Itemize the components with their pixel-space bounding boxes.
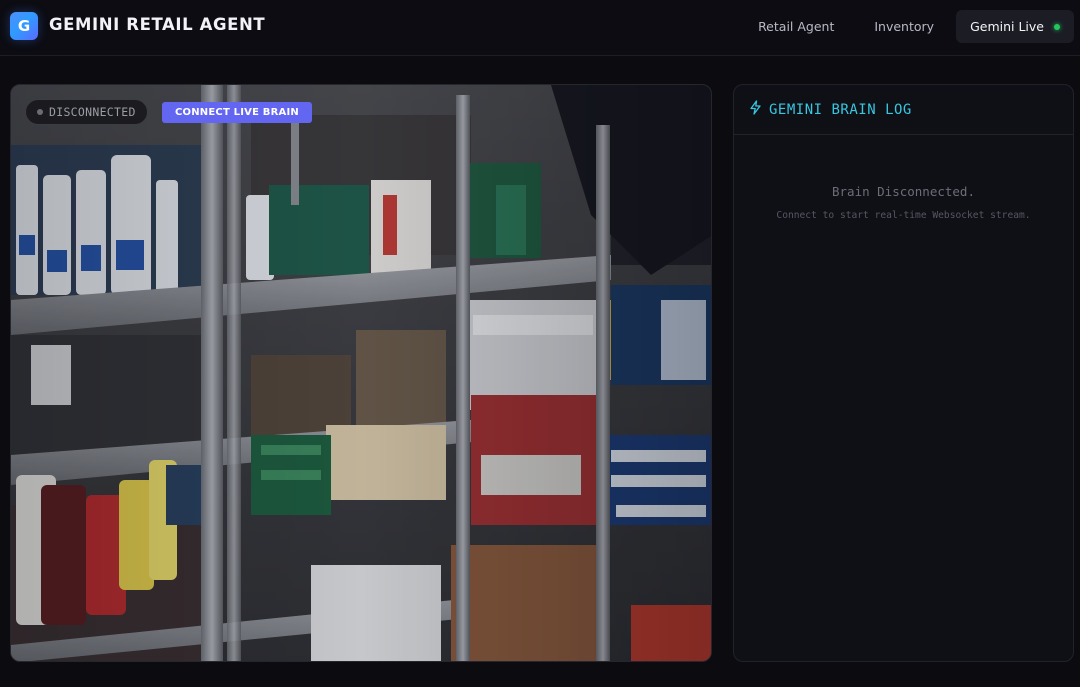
connection-status-badge: DISCONNECTED [25, 99, 148, 125]
nav-inventory[interactable]: Inventory [854, 10, 954, 43]
brain-log-title: GEMINI BRAIN LOG [769, 101, 912, 118]
top-nav-bar: G GEMINI RETAIL AGENT Retail Agent Inven… [0, 0, 1080, 56]
bottom-strip [0, 676, 1080, 687]
empty-state-title: Brain Disconnected. [832, 184, 975, 199]
app-logo: G [10, 12, 38, 40]
camera-frame-image [11, 85, 711, 661]
nav-retail-agent[interactable]: Retail Agent [738, 10, 854, 43]
nav-gemini-live-label: Gemini Live [970, 19, 1044, 34]
live-status-dot [1054, 23, 1060, 30]
empty-state-subtitle: Connect to start real-time Websocket str… [776, 210, 1031, 221]
main-nav: Retail Agent Inventory Gemini Live [738, 10, 1074, 43]
brain-log-panel: GEMINI BRAIN LOG Brain Disconnected. Con… [733, 84, 1074, 662]
camera-feed: DISCONNECTED CONNECT LIVE BRAIN [10, 84, 712, 662]
nav-gemini-live[interactable]: Gemini Live [956, 10, 1074, 43]
connection-status-label: DISCONNECTED [49, 105, 136, 119]
status-dot [37, 109, 43, 115]
connect-live-brain-button[interactable]: CONNECT LIVE BRAIN [162, 102, 312, 123]
lightning-icon [749, 100, 762, 119]
app-title: GEMINI RETAIL AGENT [49, 15, 266, 34]
brain-log-header: GEMINI BRAIN LOG [734, 85, 1073, 135]
logo-letter: G [17, 17, 31, 35]
